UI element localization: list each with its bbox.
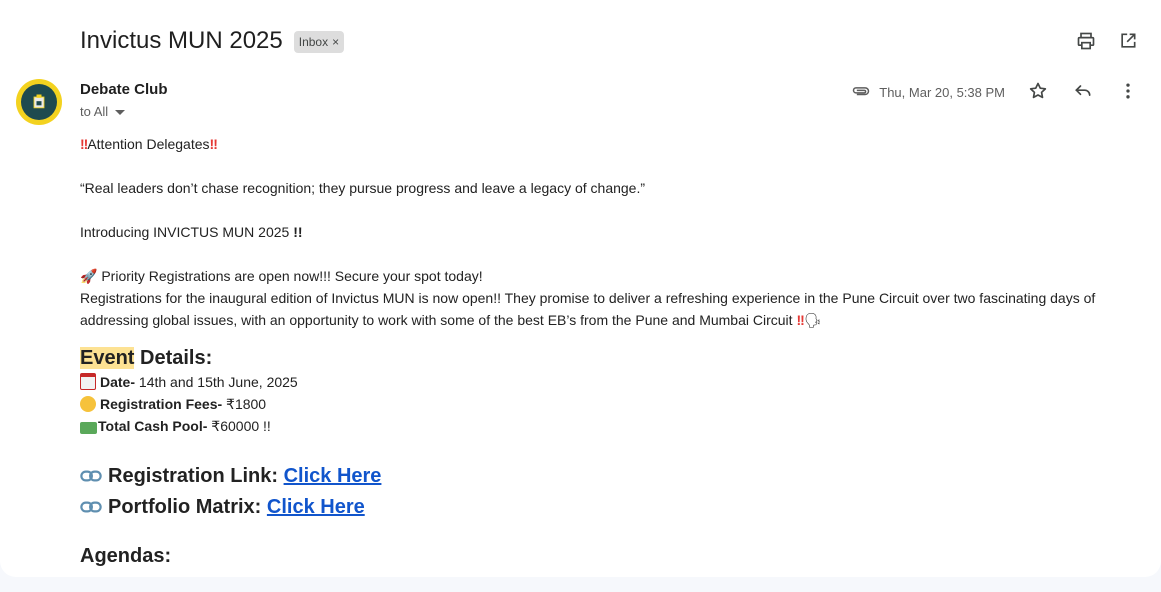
speaking-head-icon: 🗣: [803, 312, 822, 328]
fees-line: Registration Fees- ₹1800: [80, 393, 1145, 415]
fees-label: Registration Fees-: [100, 396, 223, 412]
date-label: Date-: [100, 374, 136, 390]
remove-label-icon[interactable]: ×: [332, 35, 339, 49]
calendar-icon: [80, 373, 96, 390]
cash-pool-value: ₹60000 !!: [207, 418, 271, 434]
registration-paragraph: Registrations for the inaugural edition …: [80, 287, 1145, 331]
email-body: !!Attention Delegates!! “Real leaders do…: [80, 133, 1145, 569]
open-in-new-icon[interactable]: [1117, 30, 1139, 52]
portfolio-link[interactable]: Click Here: [267, 496, 365, 518]
message-timestamp: Thu, Mar 20, 5:38 PM: [879, 84, 1005, 100]
chevron-down-icon: [115, 110, 126, 115]
heading-highlight: Event: [80, 347, 135, 369]
more-vert-icon[interactable]: [1117, 80, 1139, 102]
priority-line: 🚀 Priority Registrations are open now!!!…: [80, 265, 1145, 287]
fees-value: ₹1800: [222, 396, 267, 412]
label-chip-text: Inbox: [298, 35, 329, 49]
avatar-logo: [21, 84, 57, 120]
email-view: Invictus MUN 2025 Inbox × Debate Club to…: [0, 0, 1161, 577]
recipients-text: to All: [80, 104, 109, 119]
portfolio-link-line: Portfolio Matrix: Click Here: [80, 492, 1145, 523]
intro-text: Introducing INVICTUS MUN 2025: [80, 224, 290, 240]
registration-link-label: Registration Link:: [108, 465, 284, 487]
recipients-toggle[interactable]: to All: [80, 104, 126, 119]
inbox-label-chip[interactable]: Inbox ×: [293, 31, 345, 53]
heading-rest: Details:: [134, 347, 213, 369]
link-icon: [80, 493, 102, 513]
event-details-heading: Event Details:: [80, 345, 1145, 371]
attention-line: !!Attention Delegates!!: [80, 133, 1145, 155]
quote-text: “Real leaders don’t chase recognition; t…: [80, 180, 646, 196]
subject-row: Invictus MUN 2025 Inbox ×: [80, 26, 345, 56]
sender-name: Debate Club: [80, 81, 168, 98]
registration-link[interactable]: Click Here: [284, 465, 382, 487]
thread-toolbar: [1075, 30, 1139, 52]
portfolio-link-label: Portfolio Matrix:: [108, 496, 267, 518]
priority-text: Priority Registrations are open now!!! S…: [101, 268, 483, 284]
date-line: Date- 14th and 15th June, 2025: [80, 371, 1145, 393]
intro-line: Introducing INVICTUS MUN 2025 !!: [80, 224, 303, 240]
cash-pool-label: Total Cash Pool-: [98, 418, 208, 434]
exclamation-icon: !!: [796, 312, 804, 328]
registration-link-line: Registration Link: Click Here: [80, 461, 1145, 492]
star-icon[interactable]: [1027, 80, 1049, 102]
rocket-icon: 🚀: [80, 268, 98, 284]
agendas-heading: Agendas:: [80, 545, 172, 567]
paragraph-text: Registrations for the inaugural edition …: [80, 290, 1096, 328]
date-value: 14th and 15th June, 2025: [135, 374, 298, 390]
sender-avatar[interactable]: [16, 79, 62, 125]
message-actions: [1027, 80, 1139, 102]
link-icon: [80, 462, 102, 482]
message-meta: Thu, Mar 20, 5:38 PM: [851, 82, 1005, 102]
exclamation-icon: !!: [209, 136, 218, 152]
money-icon: [80, 422, 97, 434]
attention-text: Attention Delegates: [87, 136, 210, 152]
reply-icon[interactable]: [1072, 80, 1094, 102]
print-icon[interactable]: [1075, 30, 1097, 52]
coin-icon: [80, 396, 96, 412]
cash-pool-line: Total Cash Pool- ₹60000 !!: [80, 415, 1145, 437]
email-subject: Invictus MUN 2025: [80, 27, 283, 54]
attachment-icon: [851, 82, 871, 102]
